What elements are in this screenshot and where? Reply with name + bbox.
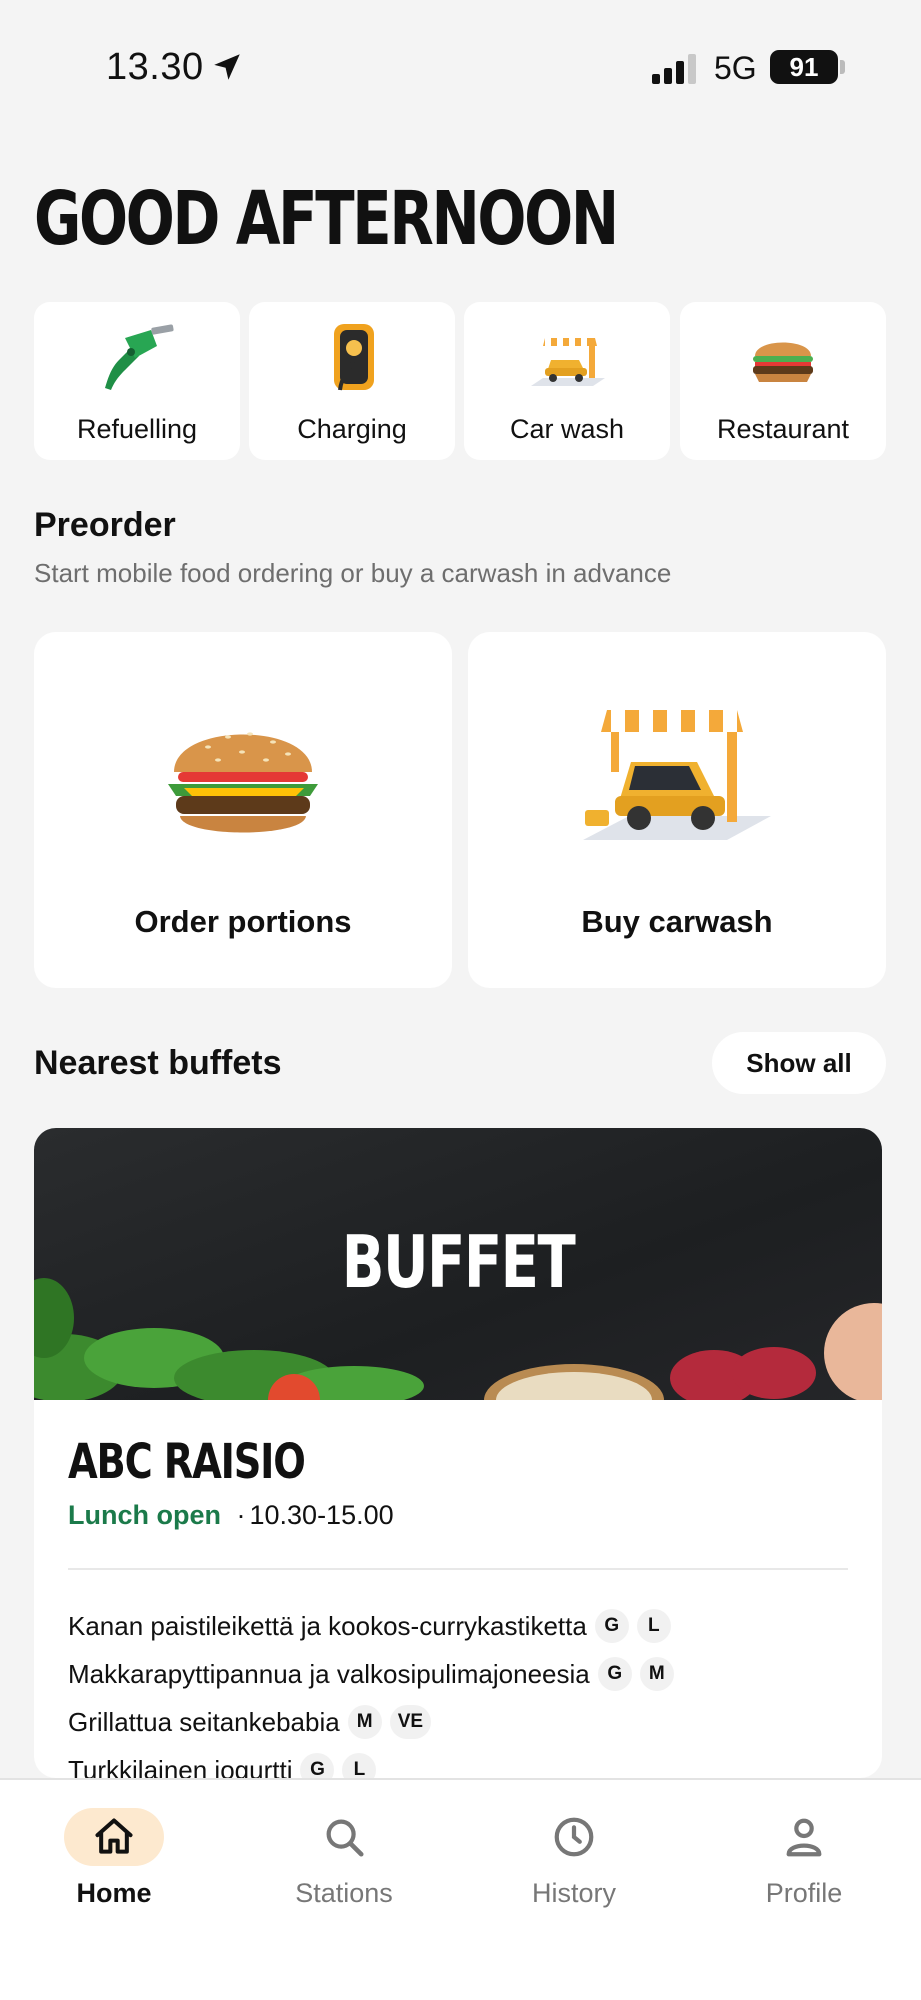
location-arrow-icon bbox=[214, 54, 240, 80]
diet-tag: M bbox=[639, 1657, 674, 1691]
status-separator: · bbox=[236, 1500, 246, 1530]
opening-status: Lunch open · 10.30-15.00 bbox=[68, 1500, 394, 1531]
opening-hours: 10.30-15.00 bbox=[249, 1500, 394, 1530]
quick-action-restaurant[interactable]: Restaurant bbox=[680, 302, 886, 460]
battery-icon: 91 bbox=[770, 50, 838, 84]
tab-home[interactable]: Home bbox=[14, 1808, 214, 1909]
buy-carwash-card[interactable]: Buy carwash bbox=[468, 632, 886, 988]
dish-name: Turkkilainen jogurtti bbox=[68, 1754, 293, 1779]
home-icon bbox=[95, 1818, 133, 1854]
list-item: Kanan paistileikettä ja kookos-currykast… bbox=[68, 1602, 848, 1650]
tab-label: Home bbox=[76, 1878, 152, 1908]
order-portions-card[interactable]: Order portions bbox=[34, 632, 452, 988]
divider bbox=[68, 1568, 848, 1570]
tab-history[interactable]: History bbox=[474, 1808, 674, 1909]
quick-action-charging[interactable]: Charging bbox=[249, 302, 455, 460]
restaurant-name: ABC RAISIO bbox=[68, 1434, 306, 1490]
status-bar: 13.30 5G 91 bbox=[0, 0, 921, 130]
diet-tag: M bbox=[347, 1705, 382, 1739]
order-portions-label: Order portions bbox=[134, 904, 352, 939]
tab-label: Profile bbox=[765, 1878, 843, 1908]
status-badge: Lunch open bbox=[68, 1500, 221, 1530]
preorder-title: Preorder bbox=[34, 506, 176, 544]
buffet-banner-text: BUFFET bbox=[341, 1220, 576, 1304]
diet-tag: G bbox=[300, 1753, 335, 1778]
tab-stations[interactable]: Stations bbox=[244, 1808, 444, 1909]
burger-icon bbox=[753, 342, 813, 382]
list-item: Grillattua seitankebabia M VE bbox=[68, 1698, 848, 1746]
fuel-nozzle-icon bbox=[105, 324, 174, 390]
page-title: GOOD AFTERNOON bbox=[34, 176, 619, 262]
ev-charger-icon bbox=[334, 324, 374, 391]
diet-tag: L bbox=[636, 1609, 671, 1643]
quick-action-refuelling[interactable]: Refuelling bbox=[34, 302, 240, 460]
status-time: 13.30 bbox=[106, 46, 204, 88]
preorder-subtitle: Start mobile food ordering or buy a carw… bbox=[34, 558, 672, 588]
buffet-banner-image: BUFFET bbox=[34, 1128, 882, 1400]
quick-action-car-wash[interactable]: Car wash bbox=[464, 302, 670, 460]
tab-bar: Home Stations History Profile bbox=[0, 1778, 921, 2000]
dish-name: Makkarapyttipannua ja valkosipulimajonee… bbox=[68, 1658, 590, 1689]
buffet-menu: Kanan paistileikettä ja kookos-currykast… bbox=[68, 1602, 848, 1778]
car-wash-icon bbox=[583, 710, 771, 840]
search-icon bbox=[326, 1819, 364, 1857]
dish-name: Kanan paistileikettä ja kookos-currykast… bbox=[68, 1610, 587, 1641]
buy-carwash-label: Buy carwash bbox=[581, 904, 773, 939]
diet-tag: G bbox=[594, 1609, 629, 1643]
quick-action-label: Refuelling bbox=[76, 414, 198, 444]
buffet-card[interactable]: BUFFET ABC RAISIO Lunch open · 10.30-15.0… bbox=[34, 1128, 882, 1778]
battery-tip bbox=[840, 60, 845, 74]
signal-icon bbox=[652, 54, 696, 84]
nearest-buffets-title: Nearest buffets bbox=[34, 1044, 282, 1082]
dish-name: Grillattua seitankebabia bbox=[68, 1706, 340, 1737]
clock-icon bbox=[554, 1817, 594, 1857]
tab-label: History bbox=[531, 1878, 616, 1908]
list-item: Makkarapyttipannua ja valkosipulimajonee… bbox=[68, 1650, 848, 1698]
car-wash-icon bbox=[531, 338, 605, 386]
show-all-button[interactable]: Show all bbox=[712, 1032, 886, 1094]
person-icon bbox=[786, 1818, 822, 1857]
network-type: 5G bbox=[714, 50, 757, 86]
tab-profile[interactable]: Profile bbox=[704, 1808, 904, 1909]
quick-action-label: Restaurant bbox=[716, 414, 850, 444]
list-item: Turkkilainen jogurtti G L bbox=[68, 1746, 848, 1778]
burger-icon bbox=[168, 732, 318, 833]
tab-label: Stations bbox=[295, 1878, 393, 1908]
quick-action-label: Car wash bbox=[509, 414, 625, 444]
quick-action-label: Charging bbox=[297, 414, 407, 444]
diet-tag: G bbox=[597, 1657, 632, 1691]
diet-tag: L bbox=[342, 1753, 377, 1778]
diet-tag: VE bbox=[389, 1705, 432, 1739]
